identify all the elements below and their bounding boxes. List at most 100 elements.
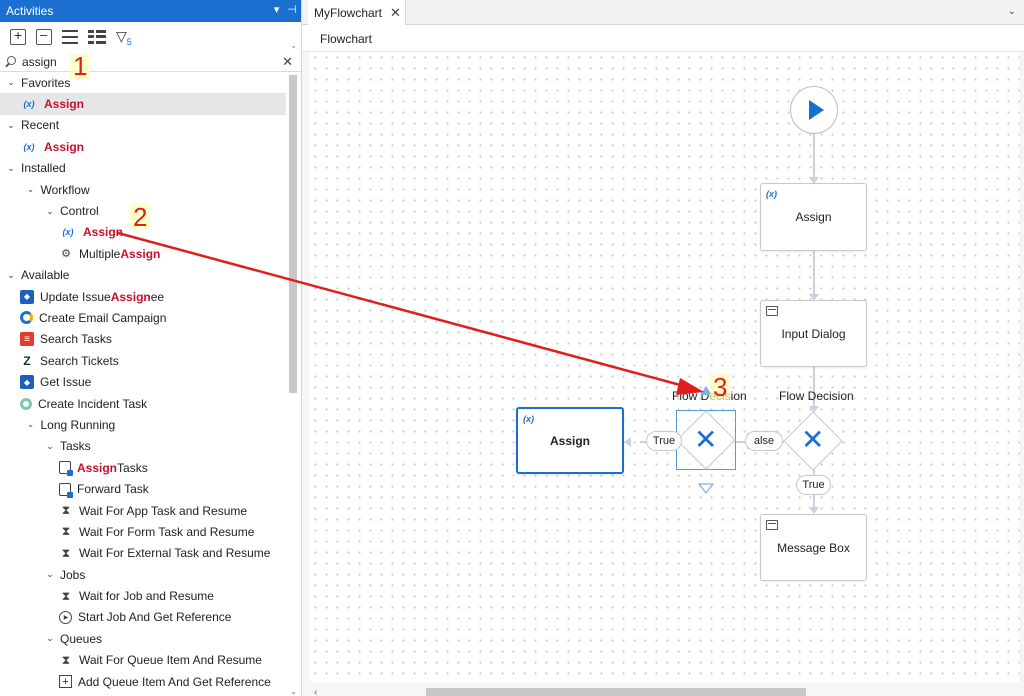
connection-point-bottom[interactable]	[698, 483, 714, 495]
hourglass-icon: ⧗	[61, 588, 71, 603]
tree-group-label: Workflow	[40, 182, 90, 197]
tree-group-tasks[interactable]: ⌄ Tasks	[0, 436, 301, 457]
flowchart-start-node[interactable]	[790, 86, 838, 134]
tree-item[interactable]: Z Search Tickets	[0, 350, 301, 371]
search-match-text: Assign	[120, 246, 161, 261]
expand-caret-icon[interactable]: ⌄	[45, 206, 55, 217]
expand-caret-icon[interactable]: ⌄	[6, 77, 16, 88]
flowchart-canvas[interactable]	[310, 52, 1020, 682]
connector	[813, 251, 815, 295]
tree-item[interactable]: ⧗ Wait For App Task and Resume	[0, 500, 301, 521]
tab-label: MyFlowchart	[314, 5, 383, 20]
variable-icon: (x)	[523, 414, 534, 424]
tree-item[interactable]: Create Email Campaign	[0, 307, 301, 328]
tree-group-jobs[interactable]: ⌄ Jobs	[0, 564, 301, 585]
tree-item[interactable]: Get Issue	[0, 371, 301, 392]
tree-group-label: Available	[21, 268, 70, 283]
scroll-left-icon[interactable]: ‹	[314, 687, 317, 696]
tab-overflow-icon[interactable]: ⌄	[1008, 6, 1016, 17]
hourglass-icon: ⧗	[61, 545, 71, 560]
connector-arrow	[809, 507, 819, 514]
breadcrumb: Flowchart	[302, 26, 1024, 52]
scroll-down-icon[interactable]: ⌄	[290, 687, 297, 696]
filter-icon[interactable]: ▽5	[116, 28, 132, 47]
expand-caret-icon[interactable]: ⌄	[26, 184, 36, 195]
designer-area: ‹	[302, 52, 1024, 696]
tree-item[interactable]: Start Job And Get Reference	[0, 607, 301, 628]
tree-item-text: Start Job And Get Reference	[78, 610, 232, 625]
tree-item[interactable]: Search Tasks	[0, 329, 301, 350]
group-view-icon[interactable]	[88, 30, 106, 44]
tree-group-long-running[interactable]: ⌄ Long Running	[0, 414, 301, 435]
search-match-text: Assign	[77, 460, 118, 475]
tree-item[interactable]: (x) Assign	[0, 93, 286, 115]
vertical-scrollbar[interactable]	[289, 75, 297, 393]
tree-item[interactable]: Assign Tasks	[0, 457, 301, 478]
tree-group-workflow[interactable]: ⌄ Workflow	[0, 179, 301, 200]
tree-item-text: Create Email Campaign	[39, 310, 167, 325]
expand-caret-icon[interactable]: ⌄	[45, 569, 55, 580]
expand-all-button[interactable]	[10, 27, 26, 45]
tree-item[interactable]: ⧗ Wait for Job and Resume	[0, 585, 301, 606]
tree-item-text: Get Issue	[40, 375, 92, 390]
tree-item[interactable]: (x) Assign	[0, 222, 301, 243]
expand-caret-icon[interactable]: ⌄	[6, 270, 16, 281]
search-input[interactable]	[22, 54, 262, 69]
tree-item[interactable]: + Add Queue Item And Get Reference	[0, 671, 301, 692]
breadcrumb-item-flowchart[interactable]: Flowchart	[320, 32, 372, 46]
tree-item[interactable]: ⧗ Wait For External Task and Resume	[0, 543, 301, 564]
tree-item[interactable]: ⧗ Wait For Queue Item And Resume	[0, 650, 301, 671]
tree-group-queues[interactable]: ⌄ Queues	[0, 628, 301, 649]
horizontal-scrollbar[interactable]	[426, 688, 806, 696]
tree-item[interactable]: (x) Assign	[0, 136, 301, 157]
tree-group-recent[interactable]: ⌄ Recent	[0, 115, 301, 136]
tree-item[interactable]: Update Issue Assignee	[0, 286, 301, 307]
close-tab-icon[interactable]: ✕	[390, 5, 401, 21]
input-dialog-activity[interactable]: Input Dialog	[760, 300, 867, 367]
expand-caret-icon[interactable]: ⌄	[6, 120, 16, 131]
assign-activity[interactable]: (x) Assign	[760, 183, 867, 251]
expand-caret-icon[interactable]: ⌄	[6, 163, 16, 174]
tree-group-installed[interactable]: ⌄ Installed	[0, 158, 301, 179]
tree-item-text: Wait For External Task and Resume	[79, 546, 271, 561]
tree-item[interactable]: ⧗ Wait For Form Task and Resume	[0, 521, 301, 542]
connector-arrow	[624, 437, 631, 447]
show-descriptions-icon[interactable]	[62, 30, 78, 44]
tree-group-label: Queues	[60, 631, 103, 646]
tab-myflowchart[interactable]: MyFlowchart ✕	[308, 0, 406, 25]
tree-group-available[interactable]: ⌄ Available	[0, 265, 301, 286]
tree-group-label: Jobs	[60, 567, 86, 582]
new-assign-activity[interactable]: (x) Assign	[516, 407, 624, 474]
message-box-activity[interactable]: Message Box	[760, 514, 867, 581]
expand-caret-icon[interactable]: ⌄	[45, 441, 55, 452]
panel-dropdown-icon[interactable]: ▾	[274, 3, 280, 16]
activities-search: ✕	[0, 52, 301, 72]
tree-group-label: Installed	[21, 161, 66, 176]
collapse-all-button[interactable]	[36, 27, 52, 45]
expand-caret-icon[interactable]: ⌄	[45, 633, 55, 644]
toolbar-overflow-icon[interactable]: ⌄	[290, 41, 297, 50]
tree-item[interactable]: ⚙ Multiple Assign	[0, 243, 301, 264]
clear-search-icon[interactable]: ✕	[282, 54, 293, 70]
variable-icon: (x)	[23, 141, 35, 152]
tree-item-text: Search Tickets	[40, 353, 119, 368]
tree-item-text: Search Tasks	[40, 332, 112, 347]
pin-icon[interactable]: ⊣	[287, 3, 297, 16]
activities-panel-header: Activities ▾ ⊣	[0, 0, 301, 22]
annotation-marker-1: 1	[70, 53, 91, 79]
expand-caret-icon[interactable]: ⌄	[26, 419, 36, 430]
tree-item-text: Add Queue Item And Get Reference	[78, 674, 271, 689]
tree-group-control[interactable]: ⌄ Control	[0, 200, 301, 221]
true-branch-label: True	[796, 475, 831, 495]
connector	[813, 134, 815, 178]
true-branch-label: True	[646, 431, 682, 451]
activity-title: Assign	[795, 210, 832, 224]
tree-item[interactable]: Forward Task	[0, 478, 301, 499]
variable-icon: (x)	[23, 99, 35, 110]
play-circle-icon	[59, 610, 72, 624]
tree-group-label: Control	[60, 204, 99, 219]
tree-group-favorites[interactable]: ⌄ Favorites	[0, 72, 301, 93]
tree-item-text: ee	[150, 289, 165, 304]
flow-decision-label: Flow Decision	[779, 389, 854, 403]
tree-item[interactable]: Create Incident Task	[0, 393, 301, 414]
